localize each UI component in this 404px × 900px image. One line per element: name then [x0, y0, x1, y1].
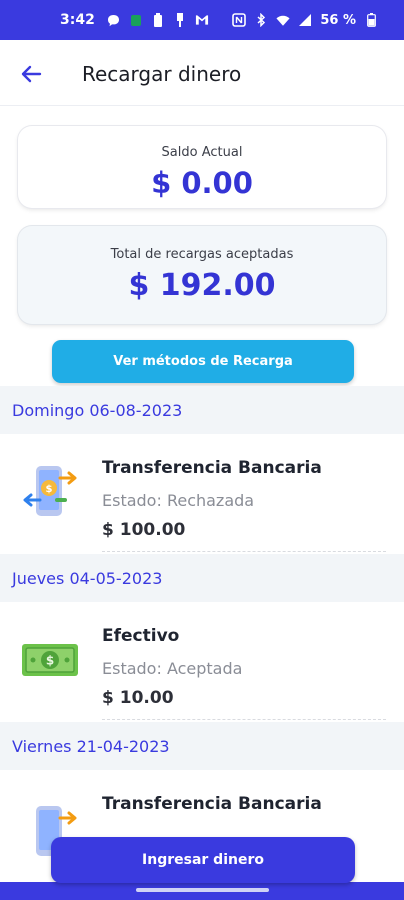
transaction-amount: $ 10.00	[102, 688, 174, 708]
transaction-status: Estado: Rechazada	[102, 491, 255, 510]
svg-text:$: $	[46, 654, 54, 668]
app-bar: Recargar dinero	[0, 40, 404, 106]
battery-icon	[364, 13, 378, 27]
bank-transfer-phone-icon: $	[20, 462, 80, 522]
status-time: 3:42	[60, 12, 95, 28]
transaction-item[interactable]: $ Transferencia Bancaria Estado: Rechaza…	[0, 434, 404, 554]
deposit-money-button[interactable]: Ingresar dinero	[51, 837, 355, 883]
status-right: 56 %	[232, 0, 378, 40]
svg-text:$: $	[46, 484, 53, 495]
accepted-recharges-card: Total de recargas aceptadas $ 192.00	[18, 226, 386, 324]
back-button[interactable]	[16, 60, 46, 88]
cash-bill-icon: $	[20, 630, 80, 690]
nfc-icon	[232, 13, 247, 27]
view-recharge-methods-button[interactable]: Ver métodos de Recarga	[52, 340, 354, 383]
battery-percentage: 56 %	[320, 12, 356, 28]
transaction-status: Estado: Aceptada	[102, 659, 243, 678]
usb-icon	[173, 13, 187, 27]
current-balance-card: Saldo Actual $ 0.00	[18, 126, 386, 208]
arrow-left-icon	[21, 65, 42, 83]
bluetooth-icon	[254, 13, 268, 27]
transaction-method: Transferencia Bancaria	[102, 458, 322, 478]
transaction-method: Efectivo	[102, 626, 180, 646]
accepted-recharges-label: Total de recargas aceptadas	[110, 247, 294, 262]
status-bar: 3:42 56 %	[0, 0, 404, 40]
transaction-item[interactable]: $ Efectivo Estado: Aceptada $ 10.00	[0, 602, 404, 722]
accepted-recharges-amount: $ 192.00	[128, 268, 276, 303]
date-header: Domingo 06-08-2023	[0, 386, 404, 434]
status-left: 3:42	[60, 0, 209, 40]
wifi-icon	[276, 13, 290, 27]
page-title: Recargar dinero	[82, 62, 242, 86]
messages-icon	[129, 13, 143, 27]
home-indicator[interactable]	[136, 888, 269, 892]
current-balance-amount: $ 0.00	[151, 166, 253, 200]
divider	[102, 719, 386, 720]
divider	[102, 551, 386, 552]
gmail-icon	[195, 13, 209, 27]
date-header: Jueves 04-05-2023	[0, 554, 404, 602]
transaction-method: Transferencia Bancaria	[102, 794, 322, 814]
current-balance-label: Saldo Actual	[161, 145, 243, 160]
chat-bubble-icon	[107, 13, 121, 27]
signal-icon	[298, 13, 312, 27]
transaction-amount: $ 100.00	[102, 520, 186, 540]
battery-saver-icon	[151, 13, 165, 27]
date-header: Viernes 21-04-2023	[0, 722, 404, 770]
